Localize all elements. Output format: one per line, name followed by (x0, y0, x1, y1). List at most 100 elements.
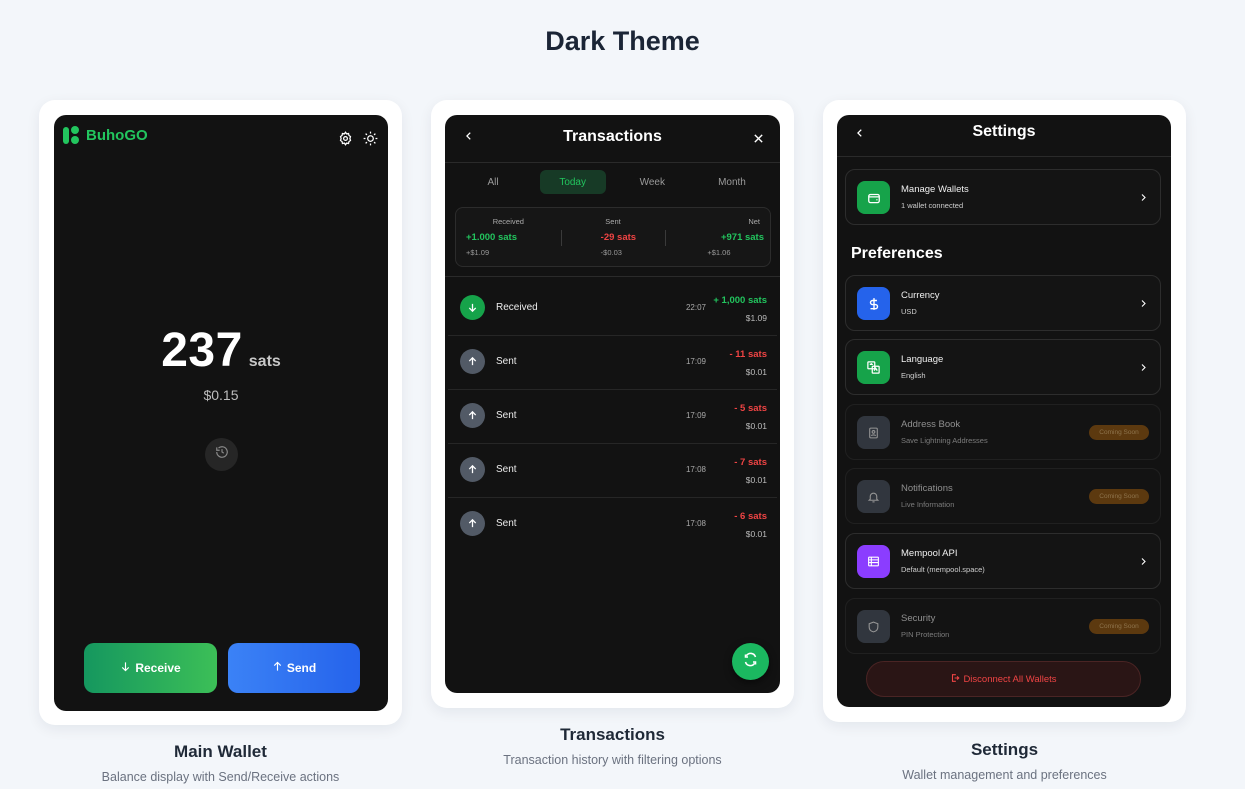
chevron-right-icon (1139, 297, 1148, 315)
settings-caption: Settings Wallet management and preferenc… (823, 740, 1186, 782)
refresh-button[interactable] (732, 643, 769, 680)
history-button[interactable] (205, 438, 238, 471)
address-book-icon (857, 416, 890, 449)
coming-soon-badge: Coming Soon (1089, 619, 1149, 634)
language-item[interactable]: Language English (845, 339, 1161, 395)
received-arrow-icon (460, 295, 485, 320)
logout-icon (950, 673, 960, 686)
item-name: Manage Wallets (901, 184, 969, 195)
disconnect-label: Disconnect All Wallets (963, 673, 1057, 685)
refresh-icon (743, 652, 758, 672)
sent-arrow-icon (460, 349, 485, 374)
theme-sun-icon[interactable] (363, 131, 378, 151)
item-subtitle: Default (mempool.space) (901, 565, 985, 574)
disconnect-all-wallets-button[interactable]: Disconnect All Wallets (866, 661, 1141, 697)
transaction-fiat: $0.01 (745, 367, 767, 377)
item-name: Language (901, 354, 944, 365)
caption-title: Settings (970, 740, 1039, 759)
transaction-row[interactable]: Sent 17:08 - 6 sats $0.01 (448, 498, 777, 552)
transaction-row[interactable]: Sent 17:09 - 5 sats $0.01 (448, 390, 777, 444)
summary-received: Received +1.000 sats +$1.09 (456, 208, 561, 266)
settings-gear-icon[interactable] (338, 131, 353, 151)
item-name: Mempool API (901, 548, 958, 559)
caption-subtitle: Transaction history with filtering optio… (503, 753, 722, 767)
transaction-time: 17:09 (685, 411, 706, 420)
coming-soon-badge: Coming Soon (1089, 489, 1149, 504)
history-icon (215, 445, 229, 464)
item-subtitle: English (901, 371, 926, 380)
transaction-fiat: $1.09 (745, 313, 767, 323)
transaction-name: Sent (496, 464, 517, 475)
close-icon[interactable] (753, 131, 764, 149)
balance-amount: 237 (161, 324, 243, 377)
transaction-time: 17:09 (685, 357, 706, 366)
currency-item[interactable]: Currency USD (845, 275, 1161, 331)
transaction-row[interactable]: Received 22:07 + 1,000 sats $1.09 (448, 282, 777, 336)
brand-logo: BuhoGO (63, 126, 148, 144)
summary-net: Net +971 sats +$1.06 (665, 208, 770, 266)
chevron-right-icon (1139, 361, 1148, 379)
transaction-fiat: $0.01 (745, 529, 767, 539)
brand-name: BuhoGO (86, 126, 148, 144)
transactions-title: Transactions (563, 128, 662, 145)
transaction-row[interactable]: Sent 17:08 - 7 sats $0.01 (448, 444, 777, 498)
receive-button[interactable]: Receive (84, 643, 217, 693)
item-subtitle: Live Information (901, 500, 955, 509)
settings-screen: Settings Manage Wallets 1 wallet connect… (837, 115, 1171, 707)
manage-wallets-item[interactable]: Manage Wallets 1 wallet connected (845, 169, 1161, 225)
main-wallet-screen: BuhoGO 237 sats $0.15 Receive Send (54, 115, 388, 711)
transaction-row[interactable]: Sent 17:09 - 11 sats $0.01 (448, 336, 777, 390)
transaction-amount: - 5 sats (734, 403, 767, 414)
sent-arrow-icon (460, 403, 485, 428)
security-item: Security PIN Protection Coming Soon (845, 598, 1161, 654)
caption-subtitle: Wallet management and preferences (902, 768, 1107, 782)
balance-unit: sats (248, 353, 281, 370)
item-name: Security (901, 613, 936, 624)
tab-today[interactable]: Today (539, 170, 606, 194)
buhogo-logo-icon (63, 126, 80, 144)
dollar-icon (857, 287, 890, 320)
transaction-amount: + 1,000 sats (713, 295, 767, 306)
tab-all[interactable]: All (460, 170, 526, 194)
sent-arrow-icon (460, 457, 485, 482)
balance-fiat: $0.15 (203, 387, 239, 403)
wallet-icon (857, 181, 890, 214)
item-name: Address Book (901, 419, 961, 430)
caption-subtitle: Balance display with Send/Receive action… (101, 770, 340, 784)
caption-title: Main Wallet (174, 742, 267, 761)
item-subtitle: Save Lightning Addresses (901, 436, 988, 445)
coming-soon-badge: Coming Soon (1089, 425, 1149, 440)
summary-value: -29 sats (600, 232, 637, 243)
transactions-caption: Transactions Transaction history with fi… (431, 725, 794, 767)
filter-tabs: All Today Week Month (460, 170, 765, 194)
main-wallet-caption: Main Wallet Balance display with Send/Re… (39, 742, 402, 784)
transactions-header: Transactions (445, 115, 780, 163)
transaction-fiat: $0.01 (745, 421, 767, 431)
transactions-screen: Transactions All Today Week Month Receiv… (445, 115, 780, 693)
tab-month[interactable]: Month (699, 170, 765, 194)
settings-title: Settings (972, 123, 1036, 140)
summary-value: +971 sats (720, 232, 765, 243)
transaction-time: 17:08 (685, 465, 706, 474)
arrow-up-icon (272, 661, 283, 675)
transaction-fiat: $0.01 (745, 475, 767, 485)
summary-label: Net (748, 217, 761, 226)
settings-header: Settings (837, 115, 1171, 157)
transaction-name: Sent (496, 356, 517, 367)
send-button[interactable]: Send (228, 643, 360, 693)
mempool-api-item[interactable]: Mempool API Default (mempool.space) (845, 533, 1161, 589)
summary-fiat: +$1.06 (707, 248, 731, 257)
balance-display: 237 sats (54, 323, 388, 378)
caption-title: Transactions (560, 725, 665, 744)
summary-label: Received (492, 217, 524, 226)
tab-week[interactable]: Week (619, 170, 685, 194)
receive-label: Receive (135, 661, 181, 675)
shield-icon (857, 610, 890, 643)
item-name: Notifications (901, 483, 953, 494)
item-name: Currency (901, 290, 940, 301)
transaction-amount: - 7 sats (734, 457, 767, 468)
preferences-heading: Preferences (851, 245, 943, 262)
send-label: Send (286, 661, 317, 675)
page-title: Dark Theme (545, 26, 700, 56)
transaction-amount: - 11 sats (729, 349, 768, 360)
